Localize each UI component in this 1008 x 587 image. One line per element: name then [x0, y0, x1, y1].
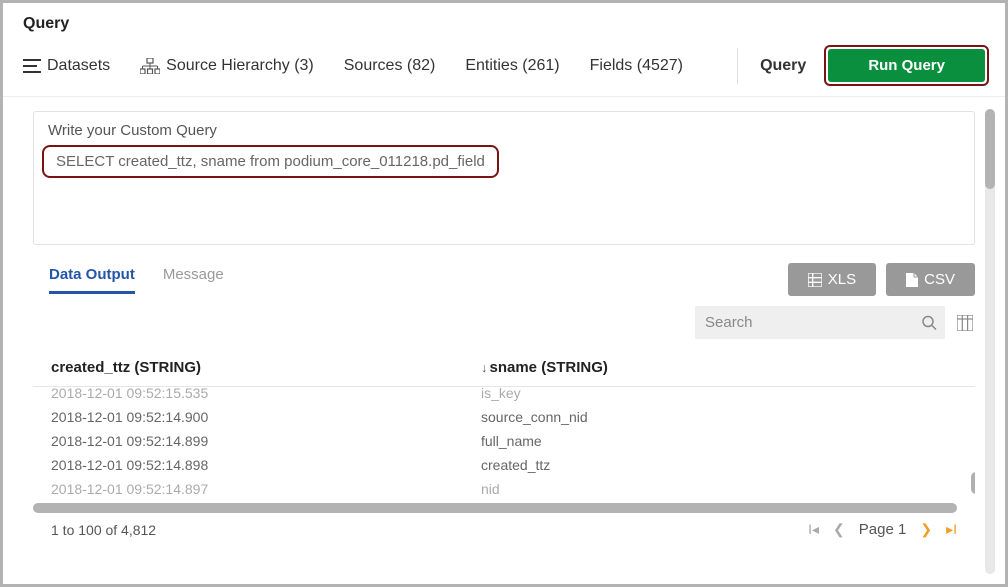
run-query-button[interactable]: Run Query [828, 49, 985, 82]
table-header: created_ttz (STRING) ↓ sname (STRING) [33, 349, 975, 387]
table-row: 2018-12-01 09:52:14.897 nid [33, 477, 975, 501]
tabs-row: Data Output Message XLS CSV [33, 263, 975, 296]
query-editor-label: Write your Custom Query [48, 122, 960, 139]
hierarchy-label: Source Hierarchy (3) [166, 57, 314, 75]
export-buttons: XLS CSV [788, 263, 975, 296]
pager-prev-icon[interactable]: ❮ [833, 521, 845, 538]
table-row: 2018-12-01 09:52:14.899 full_name [33, 429, 975, 453]
header: Query [3, 3, 1005, 39]
csv-label: CSV [924, 271, 955, 288]
fields-label: Fields (4527) [590, 57, 683, 75]
result-tabs: Data Output Message [33, 266, 224, 294]
cell: 2018-12-01 09:52:14.900 [51, 409, 481, 425]
query-tab[interactable]: Query [737, 48, 806, 84]
table-footer: 1 to 100 of 4,812 I◂ ❮ Page 1 ❯ ▸I [33, 513, 975, 538]
pager-page-label: Page 1 [859, 521, 907, 538]
sort-desc-icon: ↓ [481, 360, 488, 375]
table-row: 2018-12-01 09:52:14.898 created_ttz [33, 453, 975, 477]
cell: nid [481, 481, 500, 497]
cell: 2018-12-01 09:52:14.899 [51, 433, 481, 449]
sources-label: Sources (82) [344, 57, 436, 75]
datasets-button[interactable]: Datasets [23, 57, 110, 75]
list-icon [23, 58, 41, 74]
query-text[interactable]: SELECT created_ttz, sname from podium_co… [56, 153, 485, 170]
run-query-highlight: Run Query [824, 45, 989, 86]
cell: is_key [481, 387, 521, 401]
columns-icon[interactable] [955, 313, 975, 333]
results-table: created_ttz (STRING) ↓ sname (STRING) 20… [33, 349, 975, 538]
cell: source_conn_nid [481, 409, 588, 425]
xls-label: XLS [828, 271, 856, 288]
table-body: 2018-12-01 09:52:15.535 is_key 2018-12-0… [33, 387, 975, 501]
hierarchy-icon [140, 58, 160, 74]
cell: created_ttz [481, 457, 550, 473]
pager-first-icon[interactable]: I◂ [808, 521, 819, 538]
row-range: 1 to 100 of 4,812 [51, 522, 156, 538]
table-row: 2018-12-01 09:52:14.900 source_conn_nid [33, 405, 975, 429]
page-title: Query [23, 15, 985, 33]
search-icon [922, 315, 937, 330]
search-box [695, 306, 945, 339]
pager: I◂ ❮ Page 1 ❯ ▸I [808, 521, 957, 538]
export-csv-button[interactable]: CSV [886, 263, 975, 296]
search-row [33, 306, 975, 339]
fields-button[interactable]: Fields (4527) [590, 57, 683, 75]
pager-last-icon[interactable]: ▸I [946, 521, 957, 538]
cell: 2018-12-01 09:52:14.897 [51, 481, 481, 497]
horizontal-scrollbar[interactable] [33, 501, 975, 513]
table-scrollbar-thumb[interactable] [971, 472, 975, 494]
cell: 2018-12-01 09:52:14.898 [51, 457, 481, 473]
table-scrollbar[interactable] [973, 387, 975, 497]
app-frame: Query Datasets Source Hierarchy (3) Sour… [0, 0, 1008, 587]
column-header-sname[interactable]: ↓ sname (STRING) [481, 359, 975, 376]
tab-message[interactable]: Message [163, 266, 224, 294]
datasets-label: Datasets [47, 57, 110, 75]
col2-label: sname (STRING) [490, 359, 608, 376]
toolbar: Datasets Source Hierarchy (3) Sources (8… [3, 39, 1005, 97]
toolbar-left: Datasets Source Hierarchy (3) Sources (8… [23, 57, 683, 75]
file-icon [906, 273, 918, 287]
cell: full_name [481, 433, 542, 449]
source-hierarchy-button[interactable]: Source Hierarchy (3) [140, 57, 314, 75]
tab-data-output[interactable]: Data Output [49, 266, 135, 294]
cell: 2018-12-01 09:52:15.535 [51, 387, 481, 401]
sources-button[interactable]: Sources (82) [344, 57, 436, 75]
export-xls-button[interactable]: XLS [788, 263, 876, 296]
toolbar-right: Query Run Query [737, 45, 989, 86]
spreadsheet-icon [808, 273, 822, 287]
pager-next-icon[interactable]: ❯ [920, 521, 932, 538]
horizontal-scrollbar-thumb[interactable] [33, 503, 957, 513]
column-header-created-ttz[interactable]: created_ttz (STRING) [51, 359, 481, 376]
entities-label: Entities (261) [465, 57, 559, 75]
query-editor: Write your Custom Query SELECT created_t… [33, 111, 975, 245]
entities-button[interactable]: Entities (261) [465, 57, 559, 75]
search-input[interactable] [695, 306, 945, 339]
content: Write your Custom Query SELECT created_t… [3, 97, 1005, 582]
query-text-highlight: SELECT created_ttz, sname from podium_co… [42, 145, 499, 178]
table-row: 2018-12-01 09:52:15.535 is_key [33, 387, 975, 405]
